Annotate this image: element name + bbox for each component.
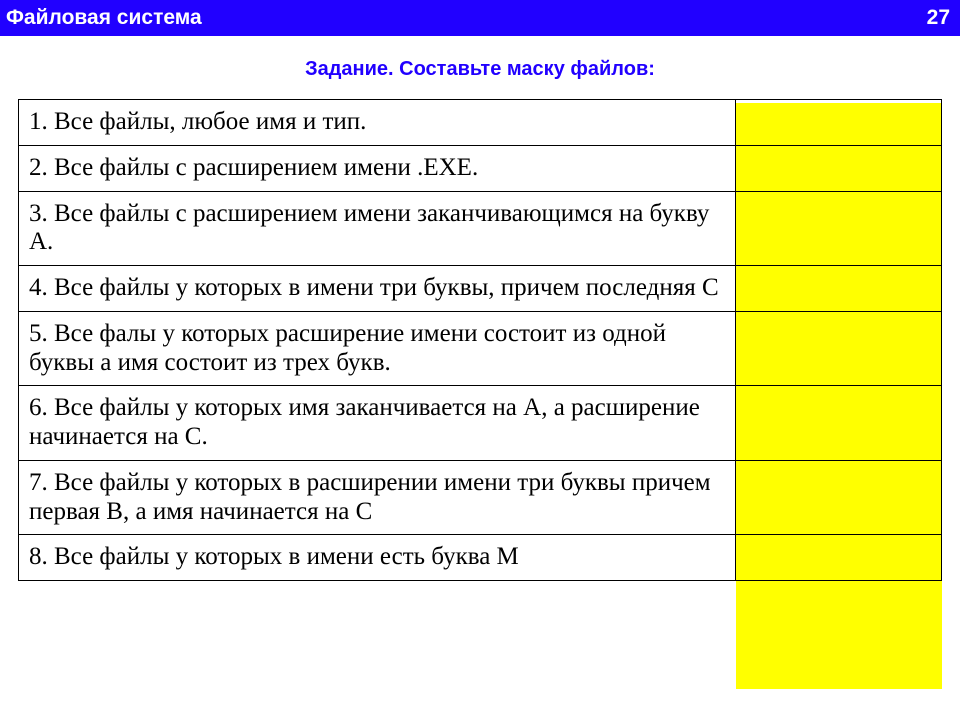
table-row: 5. Все фалы у которых расширение имени с… [19, 311, 942, 386]
answer-cell [735, 386, 941, 461]
content-area: 1. Все файлы, любое имя и тип. 2. Все фа… [18, 99, 942, 695]
header-title: Файловая система [6, 6, 202, 30]
header-page-number: 27 [927, 6, 950, 30]
question-cell: 8. Все файлы у которых в имени есть букв… [19, 535, 736, 581]
table-row: 4. Все файлы у которых в имени три буквы… [19, 266, 942, 312]
slide: Файловая система 27 Задание. Составьте м… [0, 0, 960, 720]
answer-cell [735, 145, 941, 191]
question-cell: 4. Все файлы у которых в имени три буквы… [19, 266, 736, 312]
answer-cell [735, 100, 941, 146]
question-cell: 6. Все файлы у которых имя заканчивается… [19, 386, 736, 461]
task-table: 1. Все файлы, любое имя и тип. 2. Все фа… [18, 99, 942, 581]
answer-cell [735, 535, 941, 581]
answer-cell [735, 311, 941, 386]
table-row: 8. Все файлы у которых в имени есть букв… [19, 535, 942, 581]
table-row: 1. Все файлы, любое имя и тип. [19, 100, 942, 146]
task-subtitle: Задание. Составьте маску файлов: [0, 58, 960, 81]
question-cell: 3. Все файлы с расширением имени заканчи… [19, 191, 736, 266]
table-row: 3. Все файлы с расширением имени заканчи… [19, 191, 942, 266]
answer-cell [735, 460, 941, 535]
table-row: 6. Все файлы у которых имя заканчивается… [19, 386, 942, 461]
table-row: 7. Все файлы у которых в расширении имен… [19, 460, 942, 535]
answer-cell [735, 266, 941, 312]
question-cell: 7. Все файлы у которых в расширении имен… [19, 460, 736, 535]
question-cell: 2. Все файлы с расширением имени .EXE. [19, 145, 736, 191]
header-bar: Файловая система 27 [0, 0, 960, 36]
answer-cell [735, 191, 941, 266]
question-cell: 1. Все файлы, любое имя и тип. [19, 100, 736, 146]
table-row: 2. Все файлы с расширением имени .EXE. [19, 145, 942, 191]
question-cell: 5. Все фалы у которых расширение имени с… [19, 311, 736, 386]
